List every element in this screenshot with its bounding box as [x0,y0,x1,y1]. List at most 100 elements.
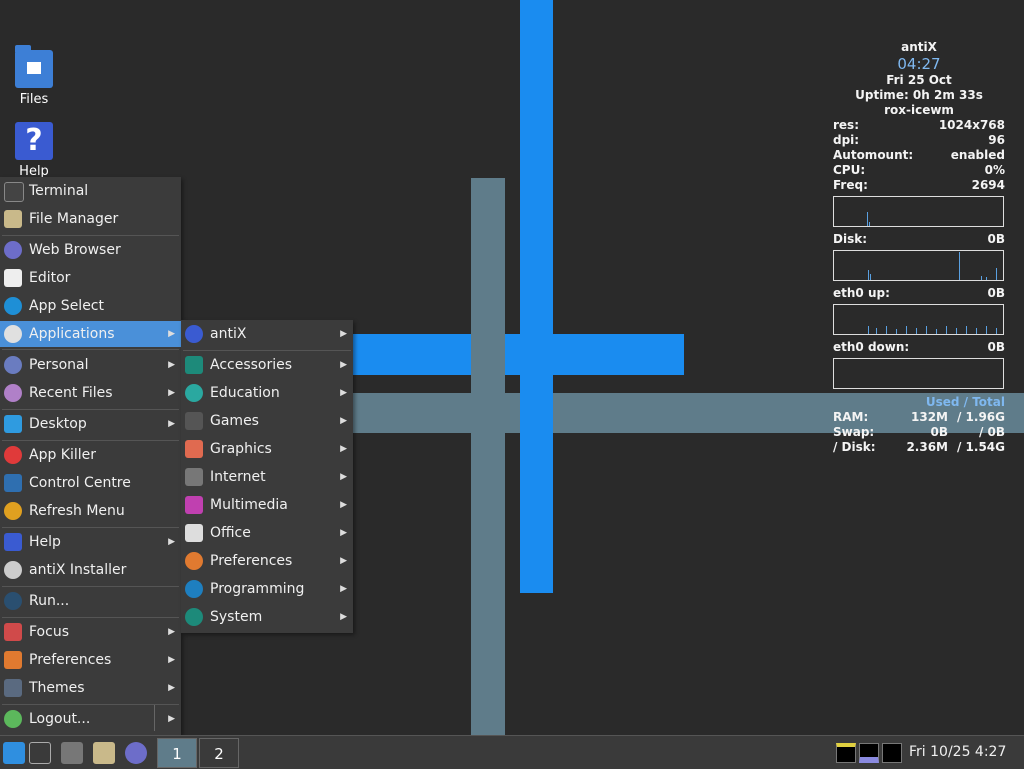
workspace-2-button[interactable]: 2 [199,738,239,768]
submenu-item-preferences[interactable]: Preferences ▶ [181,548,353,574]
menu-item-app-select[interactable]: App Select [0,293,181,319]
menu-item-file-manager[interactable]: File Manager [0,206,181,232]
menu-separator [2,235,179,236]
desktop-icon-help[interactable]: ? Help [0,122,68,179]
menu-separator [2,586,179,587]
preferences-icon [4,651,22,669]
menu-item-help[interactable]: Help ▶ [0,529,181,555]
menu-item-applications[interactable]: Applications ▶ [0,321,181,347]
programming-icon [185,580,203,598]
submenu-arrow-icon: ▶ [168,388,175,398]
cpu-graph [833,196,1004,227]
eth0-up-row: eth0 up: 0B [833,286,1005,300]
menu-separator [2,617,179,618]
network-monitor-icon [882,743,902,763]
menu-item-app-killer[interactable]: App Killer [0,442,181,468]
automount-row: Automount: enabled [833,148,1005,162]
submenu-arrow-icon: ▶ [168,419,175,429]
menu-item-editor[interactable]: Editor [0,265,181,291]
submenu-item-programming[interactable]: Programming ▶ [181,576,353,602]
internet-icon [185,468,203,486]
menu-separator [2,349,179,350]
menu-item-antix-installer[interactable]: antiX Installer [0,557,181,583]
submenu-arrow-icon: ▶ [340,360,347,370]
workspace-1-button[interactable]: 1 [157,738,197,768]
taskbar-clock[interactable]: Fri 10/25 4:27 [909,736,1006,769]
menu-item-refresh-menu[interactable]: Refresh Menu [0,498,181,524]
themes-icon [4,679,22,697]
menu-item-control-centre[interactable]: Control Centre [0,470,181,496]
submenu-arrow-icon: ▶ [168,655,175,665]
menu-item-themes[interactable]: Themes ▶ [0,675,181,701]
file-manager-icon[interactable] [93,742,115,764]
system-icon [185,608,203,626]
submenu-arrow-icon: ▶ [340,444,347,454]
submenu-item-games[interactable]: Games ▶ [181,408,353,434]
terminal-icon [4,182,24,202]
used-total-header: Used / Total [925,395,1005,409]
web-browser-icon[interactable] [125,742,147,764]
folder-icon [15,45,53,88]
graphics-icon [185,440,203,458]
desktop-icon [4,415,22,433]
office-document-icon [185,524,203,542]
close-circle-icon [4,446,22,464]
submenu-arrow-icon: ▶ [168,714,175,724]
res-row: res: 1024x768 [833,118,1005,132]
wallpaper-blue-vertical-bar [520,0,553,593]
hostname: antiX [901,40,937,54]
menu-item-preferences[interactable]: Preferences ▶ [0,647,181,673]
taskbar: 1 2 Fri 10/25 4:27 [0,735,1024,769]
applications-submenu: antiX ▶ Accessories ▶ Education ▶ Games ▶ Gr… [181,320,353,633]
file-manager-icon [4,210,22,228]
submenu-item-accessories[interactable]: Accessories ▶ [181,352,353,378]
logout-icon [4,710,22,728]
applications-grid-icon [4,325,22,343]
start-menu-icon[interactable] [3,742,25,764]
monitor-time: 04:27 [897,55,941,73]
cpu-monitor-icon [836,743,856,763]
antix-icon [185,325,203,343]
uptime: Uptime: 0h 2m 33s [855,88,983,102]
menu-item-focus[interactable]: Focus ▶ [0,619,181,645]
help-icon: ? [15,122,53,160]
submenu-item-system[interactable]: System ▶ [181,604,353,630]
submenu-arrow-icon: ▶ [168,360,175,370]
freq-row: Freq: 2694 [833,178,1005,192]
menu-item-personal[interactable]: Personal ▶ [0,352,181,378]
submenu-item-education[interactable]: Education ▶ [181,380,353,406]
submenu-item-antix[interactable]: antiX ▶ [181,321,353,347]
submenu-item-multimedia[interactable]: Multimedia ▶ [181,492,353,518]
menu-separator [183,350,351,351]
eject-icon[interactable] [61,742,83,764]
accessories-icon [185,356,203,374]
desktop-icon-label: Files [19,92,49,107]
disk-graph [833,250,1004,281]
person-icon [4,356,22,374]
memory-table: RAM: 132M/ 1.96G Swap: 0B/ 0B / Disk: 2.36M… [833,410,1005,454]
menu-item-web-browser[interactable]: Web Browser [0,237,181,263]
show-windows-icon[interactable] [29,742,51,764]
desktop-icon-files[interactable]: Files [0,45,68,107]
submenu-item-office[interactable]: Office ▶ [181,520,353,546]
menu-separator [2,704,179,705]
eth0-up-graph [833,304,1004,335]
wallpaper-blue-horizontal-bar [340,334,684,375]
eth0-down-graph [833,358,1004,389]
gear-icon [185,552,203,570]
menu-item-run[interactable]: Run... [0,588,181,614]
dpi-row: dpi: 96 [833,133,1005,147]
submenu-item-internet[interactable]: Internet ▶ [181,464,353,490]
menu-item-desktop[interactable]: Desktop ▶ [0,411,181,437]
menu-item-recent-files[interactable]: Recent Files ▶ [0,380,181,406]
gamepad-icon [185,412,203,430]
submenu-item-graphics[interactable]: Graphics ▶ [181,436,353,462]
help-icon [4,533,22,551]
web-browser-icon [4,241,22,259]
multimedia-play-icon [185,496,203,514]
submenu-arrow-icon: ▶ [340,388,347,398]
menu-item-terminal[interactable]: Terminal [0,178,181,204]
start-menu: Terminal File Manager Web Browser Editor… [0,177,181,735]
submenu-arrow-icon: ▶ [340,612,347,622]
recent-files-icon [4,384,22,402]
